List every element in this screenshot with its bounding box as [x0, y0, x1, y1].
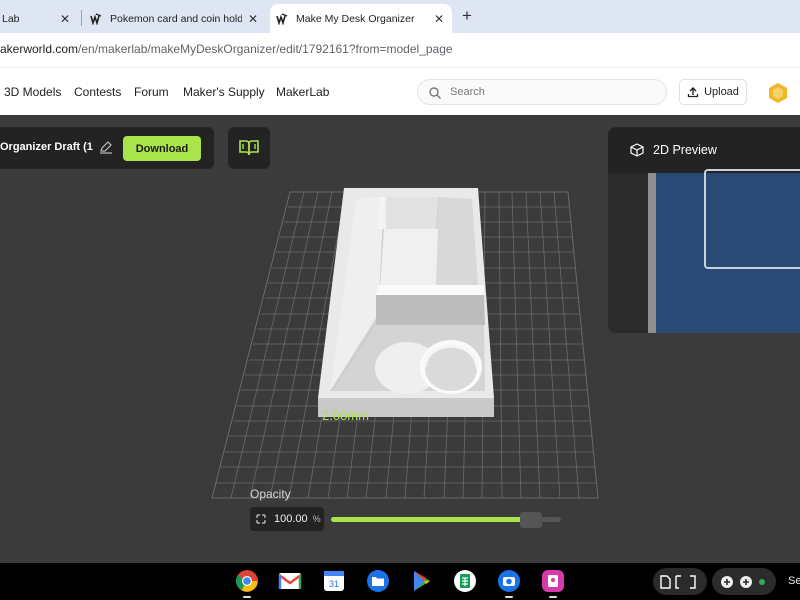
makerworld-favicon-icon — [276, 12, 288, 25]
tab-label: Lab — [2, 12, 20, 25]
opacity-value: 100.00 — [274, 513, 308, 525]
preview-header: 2D Preview — [608, 127, 800, 173]
draft-toolbar: Organizer Draft (1 Download — [0, 127, 214, 169]
tab-pokemon-card[interactable]: Pokemon card and coin holder ✕ — [84, 4, 266, 33]
camera-icon[interactable] — [497, 569, 521, 593]
upload-button[interactable]: Upload — [679, 79, 747, 105]
nav-contests[interactable]: Contests — [74, 85, 121, 99]
upload-icon — [687, 87, 699, 98]
guide-button[interactable] — [228, 127, 270, 169]
tab-label: Make My Desk Organizer — [296, 12, 415, 25]
files-icon[interactable] — [366, 569, 390, 593]
editor-workspace: 2.00mm Organizer Draft (1 Download 2D Pr… — [0, 115, 800, 563]
preview-canvas[interactable] — [608, 169, 800, 333]
dimension-label: 2.00mm — [322, 408, 369, 423]
tab-label: Pokemon card and coin holder — [110, 12, 242, 25]
download-button[interactable]: Download — [123, 136, 201, 161]
search-placeholder: Search — [450, 86, 485, 98]
nav-forum[interactable]: Forum — [134, 85, 169, 99]
url-path: /en/makerlab/makeMyDeskOrganizer/edit/17… — [78, 42, 453, 56]
upload-label: Upload — [704, 86, 739, 98]
2d-preview-panel: 2D Preview — [608, 127, 800, 333]
chrome-icon[interactable] — [235, 569, 259, 593]
tab-lab[interactable]: Lab ✕ — [0, 4, 78, 33]
gallery-icon[interactable] — [541, 569, 565, 593]
running-indicator — [549, 596, 557, 598]
close-icon[interactable]: ✕ — [246, 12, 260, 26]
os-shelf: 31 Se — [0, 563, 800, 600]
play-store-icon[interactable] — [410, 569, 434, 593]
organizer-model[interactable] — [318, 188, 494, 417]
address-bar[interactable]: akerworld.com/en/makerlab/makeMyDeskOrga… — [0, 33, 800, 67]
nav-makerlab[interactable]: MakerLab — [276, 85, 329, 99]
tab-strip: Lab ✕ Pokemon card and coin holder ✕ Mak… — [0, 0, 800, 33]
close-icon[interactable]: ✕ — [432, 12, 446, 26]
tray-icons — [721, 575, 765, 588]
running-indicator — [243, 596, 251, 598]
close-icon[interactable]: ✕ — [58, 12, 72, 26]
preview-title: 2D Preview — [653, 143, 717, 157]
preview-outline — [704, 169, 800, 269]
tab-make-my-desk-organizer[interactable]: Make My Desk Organizer ✕ — [270, 4, 452, 33]
running-indicator — [505, 596, 513, 598]
nav-3d-models[interactable]: 3D Models — [4, 85, 61, 99]
nav-makers-supply[interactable]: Maker's Supply — [183, 85, 265, 99]
expand-icon — [256, 514, 266, 524]
status-tray[interactable] — [712, 568, 776, 595]
book-icon — [239, 140, 259, 156]
makerlab-badge-icon[interactable] — [767, 82, 789, 104]
gmail-icon[interactable] — [278, 569, 302, 593]
draft-title: Organizer Draft (1 — [0, 141, 93, 153]
search-input[interactable]: Search — [417, 79, 667, 105]
tote-tray[interactable] — [653, 568, 707, 595]
tab-separator — [81, 10, 82, 26]
opacity-label: Opacity — [250, 487, 291, 501]
svg-text:31: 31 — [329, 579, 339, 589]
files-tote-icon — [660, 574, 696, 589]
search-icon — [429, 87, 441, 99]
pencil-icon[interactable] — [99, 140, 113, 154]
slider-fill — [331, 517, 524, 522]
site-header: 3D Models Contests Forum Maker's Supply … — [0, 67, 800, 115]
opacity-input[interactable]: 100.00 % — [250, 507, 324, 531]
sheets-icon[interactable] — [453, 569, 477, 593]
opacity-slider[interactable] — [331, 512, 561, 528]
opacity-unit: % — [312, 514, 321, 524]
new-tab-button[interactable]: + — [458, 6, 476, 25]
slider-handle[interactable] — [520, 512, 542, 528]
url-host: akerworld.com — [0, 42, 79, 56]
preview-scrollbar[interactable] — [648, 173, 656, 333]
status-text: Se — [788, 575, 800, 587]
url-text[interactable]: akerworld.com/en/makerlab/makeMyDeskOrga… — [0, 42, 453, 56]
makerworld-favicon-icon — [90, 12, 102, 25]
calendar-icon[interactable]: 31 — [322, 569, 346, 593]
cube-icon — [630, 143, 644, 157]
